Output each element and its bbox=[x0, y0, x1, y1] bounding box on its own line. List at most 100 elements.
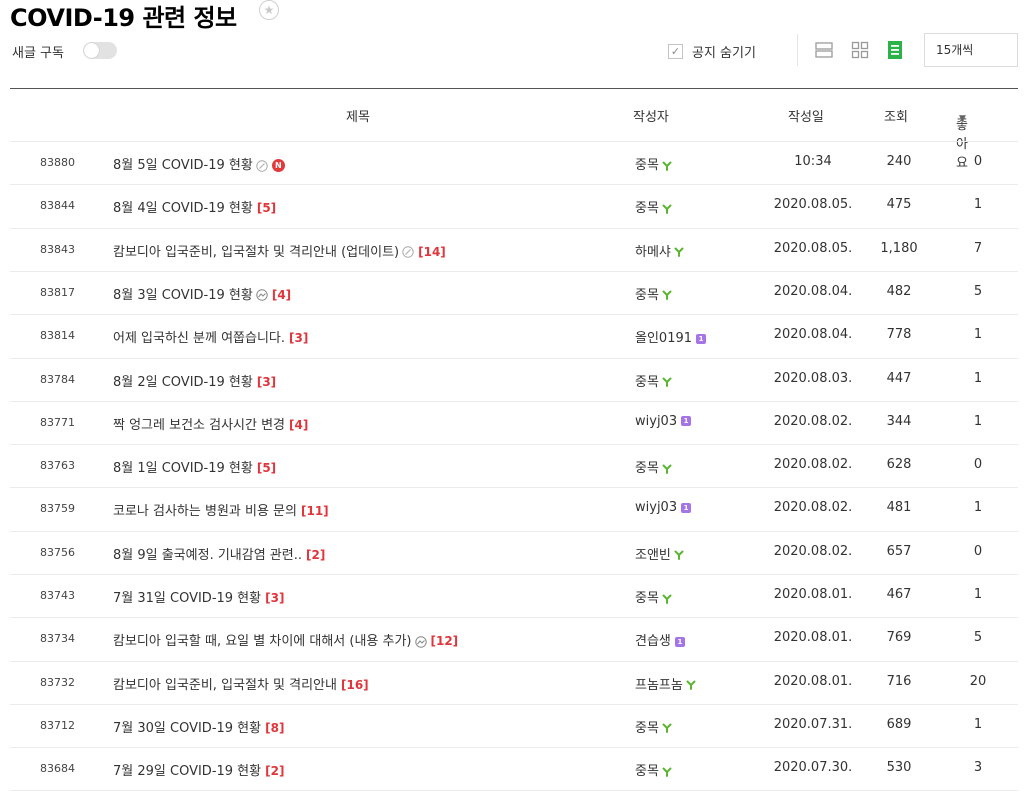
table-row[interactable]: 83684 7월 29일 COVID-19 현황 [2] 중목 2020.07.30. 5… bbox=[10, 747, 1018, 791]
table-row[interactable]: 83763 8월 1일 COVID-19 현황 [5] 중목 2020.08.02. 62… bbox=[10, 444, 1018, 488]
article-date: 2020.08.04. bbox=[773, 327, 853, 343]
author-cell: 중목 bbox=[635, 371, 672, 390]
article-date: 2020.08.02. bbox=[773, 413, 853, 429]
article-number: 83880 bbox=[40, 156, 75, 169]
article-title-link[interactable]: 짝 엉그레 보건소 검사시간 변경 bbox=[113, 418, 285, 433]
comment-count[interactable]: [3] bbox=[289, 331, 308, 345]
comment-count[interactable]: [3] bbox=[265, 591, 284, 605]
subscribe-label: 새글 구독 bbox=[12, 46, 64, 61]
article-date: 2020.08.01. bbox=[773, 587, 853, 602]
table-row[interactable]: 83712 7월 30일 COVID-19 현황 [8] 중목 2020.07.31. 6… bbox=[10, 703, 1018, 748]
article-title-link[interactable]: 7월 31일 COVID-19 현황 bbox=[113, 591, 261, 606]
author-name[interactable]: wiyj03 bbox=[635, 500, 677, 515]
article-number: 83814 bbox=[40, 329, 75, 343]
author-name[interactable]: wiyj03 bbox=[635, 414, 677, 429]
article-date: 2020.08.03. bbox=[773, 370, 853, 386]
article-date: 2020.08.02. bbox=[773, 500, 853, 516]
sprout-icon bbox=[662, 723, 672, 734]
article-date: 2020.08.01. bbox=[773, 630, 853, 646]
article-title-link[interactable]: 8월 9일 출국예정. 기내감염 관련.. bbox=[113, 548, 302, 563]
comment-count[interactable]: [16] bbox=[341, 678, 369, 692]
hide-notice-checkbox[interactable]: ✓ bbox=[668, 44, 683, 59]
article-title-link[interactable]: 캄보디아 입국할 때, 요일 별 차이에 대해서 (내용 추가) bbox=[113, 634, 412, 649]
author-name[interactable]: 프놈프놈 bbox=[635, 678, 683, 693]
author-name[interactable]: 중목 bbox=[635, 288, 659, 303]
table-top-border bbox=[10, 88, 1018, 89]
author-cell: 중목 bbox=[635, 717, 672, 736]
view-count: 769 bbox=[886, 630, 912, 646]
view-count: 481 bbox=[886, 500, 912, 516]
author-name[interactable]: 올인0191 bbox=[635, 331, 692, 346]
author-cell: 견습생 1 bbox=[635, 630, 685, 649]
comment-count[interactable]: [5] bbox=[257, 201, 276, 215]
author-name[interactable]: 중목 bbox=[635, 764, 659, 779]
hide-notice-label: 공지 숨기기 bbox=[692, 46, 756, 61]
comment-count[interactable]: [12] bbox=[431, 634, 459, 648]
article-number: 83712 bbox=[40, 718, 75, 732]
author-name[interactable]: 중목 bbox=[635, 375, 659, 390]
comment-count[interactable]: [14] bbox=[418, 245, 446, 259]
table-row[interactable]: 83814 어제 입국하신 분께 여쭙습니다. [3] 올인0191 1 2020.08.… bbox=[10, 314, 1018, 358]
article-title-link[interactable]: 캄보디아 입국준비, 입국절차 및 격리안내 bbox=[113, 678, 337, 693]
article-title-link[interactable]: 8월 2일 COVID-19 현황 bbox=[113, 375, 253, 390]
article-date: 2020.08.01. bbox=[773, 673, 853, 689]
page-title: COVID-19 관련 정보 bbox=[10, 4, 237, 32]
table-row[interactable]: 83756 8월 9일 출국예정. 기내감염 관련.. [2] 조앤빈 2020.08.… bbox=[10, 530, 1018, 575]
article-title-link[interactable]: 7월 29일 COVID-19 현황 bbox=[113, 764, 261, 779]
comment-count[interactable]: [4] bbox=[289, 418, 308, 432]
author-name[interactable]: 중목 bbox=[635, 158, 659, 173]
table-row[interactable]: 83784 8월 2일 COVID-19 현황 [3] 중목 2020.08.03. 44… bbox=[10, 357, 1018, 402]
article-title-link[interactable]: 어제 입국하신 분께 여쭙습니다. bbox=[113, 331, 285, 346]
new-badge: N bbox=[271, 159, 285, 172]
author-name[interactable]: 중목 bbox=[635, 201, 659, 216]
view-count: 482 bbox=[886, 283, 912, 299]
article-title-link[interactable]: 8월 5일 COVID-19 현황 bbox=[113, 158, 253, 173]
article-title-link[interactable]: 7월 30일 COVID-19 현황 bbox=[113, 721, 261, 736]
comment-count[interactable]: [4] bbox=[272, 288, 291, 302]
author-name[interactable]: 중목 bbox=[635, 591, 659, 606]
subscribe-toggle[interactable] bbox=[83, 42, 117, 59]
hide-notice-option[interactable]: ✓ 공지 숨기기 bbox=[668, 42, 756, 61]
article-date: 2020.08.02. bbox=[773, 457, 853, 473]
table-row[interactable]: 83743 7월 31일 COVID-19 현황 [3] 중목 2020.08.01. 4… bbox=[10, 574, 1018, 618]
comment-count[interactable]: [5] bbox=[257, 461, 276, 475]
comment-count[interactable]: [2] bbox=[265, 764, 284, 778]
comment-count[interactable]: [8] bbox=[265, 721, 284, 735]
article-title-cell: 8월 3일 COVID-19 현황 [4] bbox=[113, 284, 291, 303]
like-count: 1 bbox=[973, 197, 983, 213]
view-count: 344 bbox=[886, 413, 912, 429]
star-icon[interactable]: ★ bbox=[259, 0, 279, 20]
card-view-icon[interactable] bbox=[851, 41, 869, 59]
table-row[interactable]: 83734 캄보디아 입국할 때, 요일 별 차이에 대해서 (내용 추가) [12… bbox=[10, 617, 1018, 661]
table-row[interactable]: 83880 8월 5일 COVID-19 현황 N 중목 10:34 240 0 bbox=[10, 141, 1018, 185]
comment-count[interactable]: [3] bbox=[257, 375, 276, 389]
table-row[interactable]: 83771 짝 엉그레 보건소 검사시간 변경 [4] wiyj03 1 2020.08.… bbox=[10, 400, 1018, 445]
table-row[interactable]: 83843 캄보디아 입국준비, 입국절차 및 격리안내 (업데이트) [14] 하메… bbox=[10, 227, 1018, 272]
author-name[interactable]: 견습생 bbox=[635, 634, 671, 649]
article-date: 2020.08.04. bbox=[773, 283, 853, 299]
photo-icon bbox=[256, 289, 268, 302]
table-row[interactable]: 83817 8월 3일 COVID-19 현황 [4] 중목 2020.08.04. 48… bbox=[10, 270, 1018, 315]
article-title-link[interactable]: 8월 3일 COVID-19 현황 bbox=[113, 288, 253, 303]
table-row[interactable]: 83844 8월 4일 COVID-19 현황 [5] 중목 2020.08.05. 47… bbox=[10, 184, 1018, 228]
table-row[interactable]: 83732 캄보디아 입국준비, 입국절차 및 격리안내 [16] 프놈프놈 2020.… bbox=[10, 660, 1018, 705]
author-name[interactable]: 하메샤 bbox=[635, 245, 671, 260]
list-view-icon[interactable] bbox=[815, 41, 833, 59]
author-name[interactable]: 중목 bbox=[635, 461, 659, 476]
article-title-link[interactable]: 코로나 검사하는 병원과 비용 문의 bbox=[113, 504, 297, 519]
article-title-link[interactable]: 8월 4일 COVID-19 현황 bbox=[113, 201, 253, 216]
album-view-icon[interactable] bbox=[886, 41, 904, 59]
article-date: 2020.07.31. bbox=[773, 716, 853, 732]
author-name[interactable]: 중목 bbox=[635, 721, 659, 736]
comment-count[interactable]: [2] bbox=[306, 548, 325, 562]
author-name[interactable]: 조앤빈 bbox=[635, 548, 671, 563]
view-count: 1,180 bbox=[880, 240, 918, 256]
article-title-link[interactable]: 8월 1일 COVID-19 현황 bbox=[113, 461, 253, 476]
article-title-cell: 8월 1일 COVID-19 현황 [5] bbox=[113, 457, 276, 476]
article-title-link[interactable]: 캄보디아 입국준비, 입국절차 및 격리안내 (업데이트) bbox=[113, 245, 399, 260]
comment-count[interactable]: [11] bbox=[301, 504, 329, 518]
like-count: 0 bbox=[973, 457, 983, 473]
per-page-select[interactable]: 15개씩 bbox=[924, 33, 1018, 67]
author-cell: wiyj03 1 bbox=[635, 414, 692, 429]
table-row[interactable]: 83759 코로나 검사하는 병원과 비용 문의 [11] wiyj03 1 2020.0… bbox=[10, 487, 1018, 531]
